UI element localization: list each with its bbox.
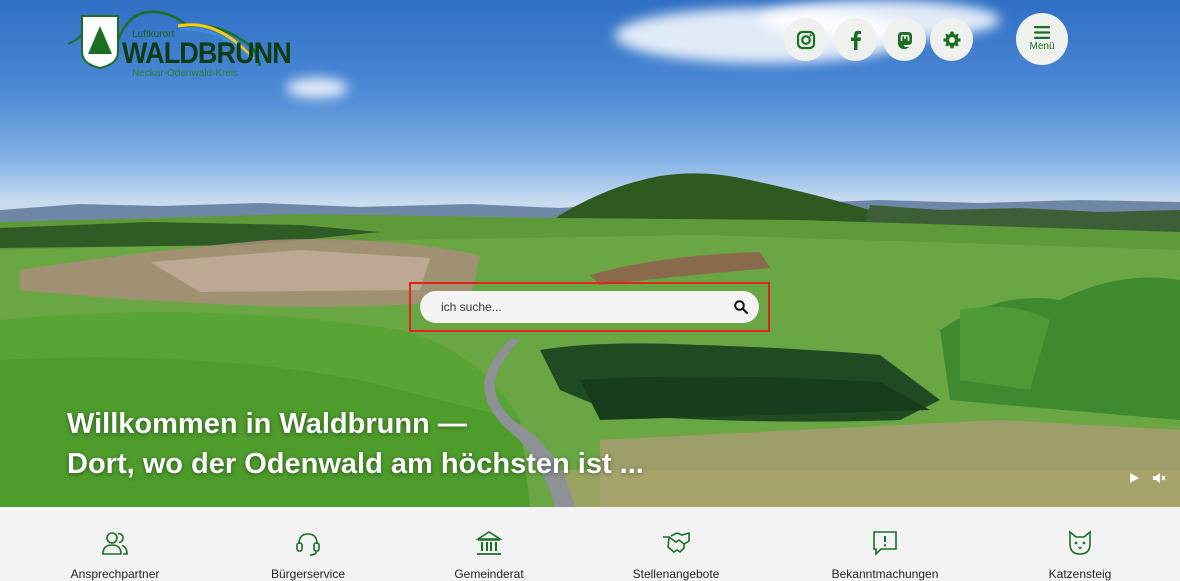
- search-icon[interactable]: [733, 299, 749, 315]
- settings-button[interactable]: [930, 18, 973, 61]
- cat-icon: [1069, 530, 1091, 555]
- site-logo[interactable]: Luftkurort WALDBRUNN Neckar-Odenwald-Kre…: [68, 4, 292, 82]
- facebook-button[interactable]: [834, 18, 877, 61]
- quicknav-label: Gemeinderat: [454, 567, 524, 581]
- volume-icon[interactable]: [1152, 471, 1166, 485]
- headset-icon: [296, 533, 320, 556]
- quicknav-katzensteig[interactable]: Katzensteig: [995, 507, 1165, 581]
- quicknav-stellenangebote[interactable]: Stellenangebote: [591, 507, 761, 581]
- hero-line-2: Dort, wo der Odenwald am höchsten ist ..…: [67, 448, 644, 480]
- quick-navigation: Ansprechpartner Bürgerservice Gemeindera…: [0, 507, 1180, 581]
- hero-headline: Willkommen in Waldbrunn — Dort, wo der O…: [67, 404, 644, 484]
- mastodon-button[interactable]: [883, 18, 926, 61]
- logo-name: WALDBRUNN: [122, 37, 292, 70]
- town-hall-icon: [475, 531, 503, 555]
- quicknav-label: Bürgerservice: [270, 567, 346, 581]
- logo-district: Neckar-Odenwald-Kreis: [132, 68, 239, 79]
- quicknav-label: Ansprechpartner: [70, 567, 160, 581]
- instagram-icon: [796, 30, 815, 49]
- hero-line-1: Willkommen in Waldbrunn —: [67, 408, 467, 440]
- instagram-button[interactable]: [784, 18, 827, 61]
- people-icon: [102, 532, 128, 555]
- mastodon-icon: [897, 31, 912, 49]
- play-icon[interactable]: [1127, 471, 1141, 485]
- quicknav-buergerservice[interactable]: Bürgerservice: [223, 507, 393, 581]
- quicknav-ansprechpartner[interactable]: Ansprechpartner: [30, 507, 200, 581]
- quicknav-label: Katzensteig: [1048, 567, 1112, 581]
- announcement-icon: [873, 531, 897, 556]
- hamburger-icon: [1034, 26, 1050, 39]
- gear-icon: [943, 31, 960, 48]
- facebook-icon: [850, 30, 861, 50]
- quicknav-bekanntmachungen[interactable]: Bekanntmachungen: [800, 507, 970, 581]
- menu-label: Menü: [1029, 41, 1055, 52]
- search-input[interactable]: [420, 291, 759, 323]
- quicknav-label: Bekanntmachungen: [831, 567, 939, 581]
- quicknav-label: Stellenangebote: [632, 567, 720, 581]
- handshake-icon: [663, 531, 690, 554]
- quicknav-gemeinderat[interactable]: Gemeinderat: [404, 507, 574, 581]
- menu-button[interactable]: Menü: [1016, 13, 1068, 65]
